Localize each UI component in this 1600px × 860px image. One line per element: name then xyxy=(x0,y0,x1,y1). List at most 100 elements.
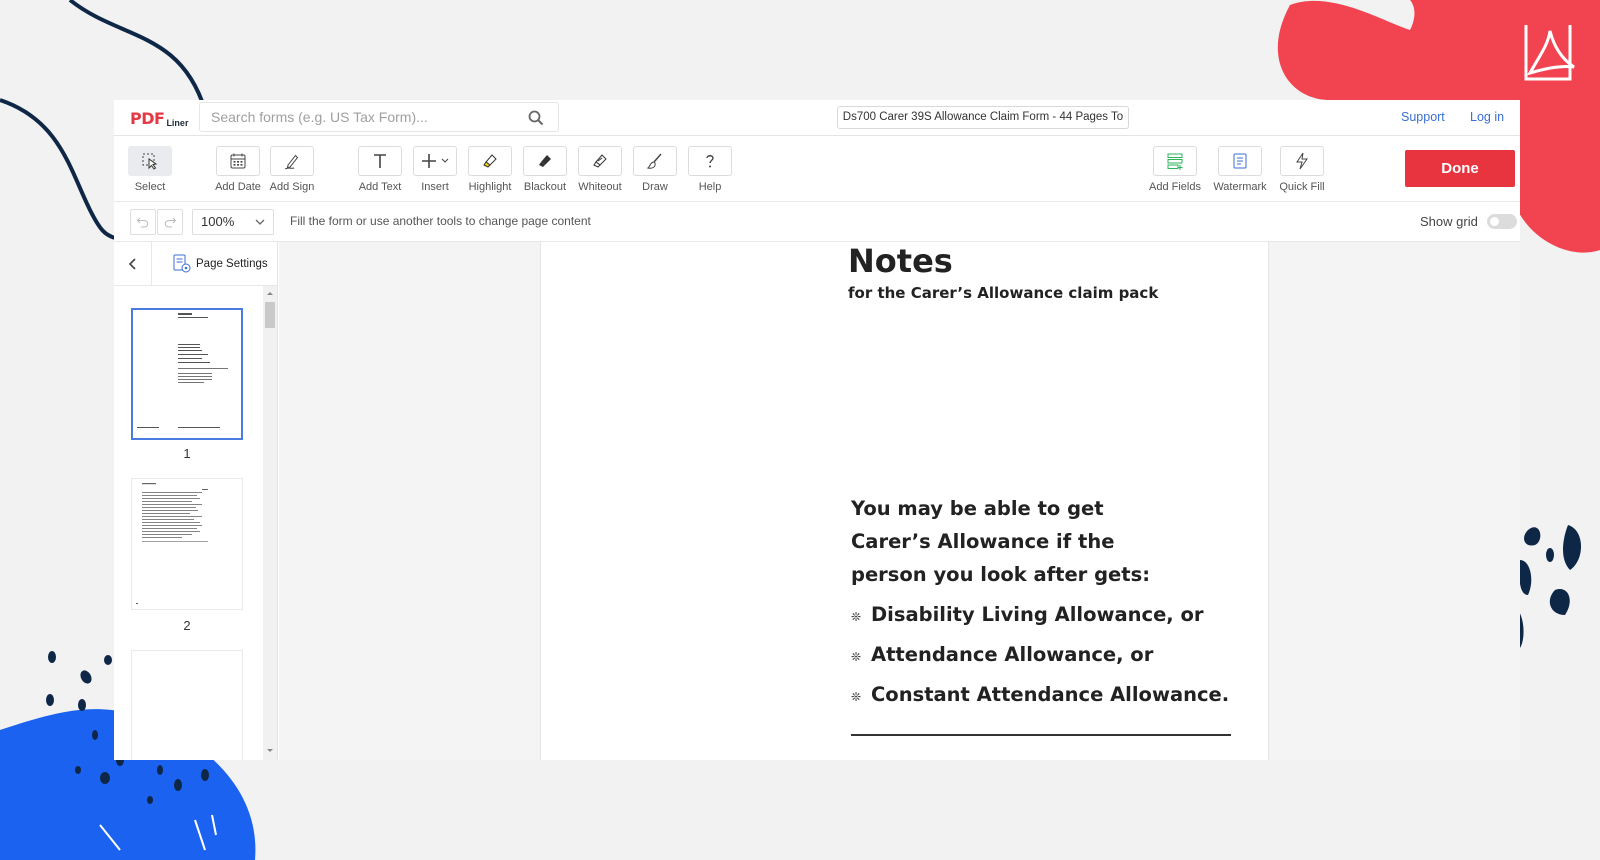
pdf-acrobat-logo-icon xyxy=(1520,25,1576,81)
select-cursor-icon xyxy=(142,153,158,170)
login-link[interactable]: Log in xyxy=(1470,110,1504,124)
bullet-icon: ❊ xyxy=(851,610,862,624)
tool-help[interactable]: Help xyxy=(683,146,737,193)
page-sidebar: Page Settings 1 2 xyxy=(114,242,278,760)
bullet-icon: ❊ xyxy=(851,650,862,664)
tool-insert-label: Insert xyxy=(421,181,449,193)
logo-sub-text: Liner xyxy=(166,118,189,128)
brush-icon xyxy=(646,153,662,169)
thumbnail-scrollbar[interactable] xyxy=(263,286,277,760)
tool-add-date-label: Add Date xyxy=(215,181,261,193)
scrollbar-thumb[interactable] xyxy=(265,302,275,328)
search-icon[interactable] xyxy=(528,110,544,126)
page-number-1: 1 xyxy=(183,446,191,461)
support-link[interactable]: Support xyxy=(1401,110,1445,124)
undo-icon xyxy=(136,217,149,228)
tool-blackout-label: Blackout xyxy=(523,181,567,193)
page-thumbnail-3[interactable] xyxy=(131,650,243,760)
tool-add-fields-label: Add Fields xyxy=(1149,181,1201,193)
whiteout-marker-icon xyxy=(593,154,607,168)
tool-add-date[interactable]: Add Date xyxy=(211,146,265,193)
secondary-toolbar: 100% Fill the form or use another tools … xyxy=(114,202,1520,242)
search-box xyxy=(199,102,559,132)
tool-add-text-label: Add Text xyxy=(358,181,402,193)
pdfliner-logo[interactable]: PDF Liner xyxy=(130,108,189,129)
plus-icon xyxy=(422,154,449,168)
search-input[interactable] xyxy=(211,109,531,125)
instruction-text: Fill the form or use another tools to ch… xyxy=(290,214,591,228)
page-settings-icon xyxy=(173,254,191,273)
page-settings-button[interactable]: Page Settings xyxy=(172,254,268,274)
tool-add-fields[interactable]: Add Fields xyxy=(1148,146,1202,193)
tool-insert[interactable]: Insert xyxy=(408,146,462,193)
navy-curve-decoration-left xyxy=(0,98,116,240)
tool-add-sign[interactable]: Add Sign xyxy=(265,146,319,193)
sidebar-header: Page Settings xyxy=(114,242,278,286)
tool-highlight[interactable]: Highlight xyxy=(463,146,517,193)
horizontal-rule xyxy=(851,734,1231,736)
redo-button[interactable] xyxy=(157,209,183,235)
thumbnail-preview xyxy=(137,313,228,428)
page-thumbnails: 1 2 xyxy=(114,286,262,760)
tool-select-label: Select xyxy=(134,181,166,193)
bullet-icon: ❊ xyxy=(851,690,862,704)
document-intro: You may be able to get Carer’s Allowance… xyxy=(851,492,1150,591)
document-subheading: for the Carer’s Allowance claim pack xyxy=(848,284,1159,302)
intro-line: Carer’s Allowance if the xyxy=(851,530,1115,553)
thumbnail-preview xyxy=(136,483,208,604)
text-t-icon xyxy=(374,154,386,168)
zoom-value: 100% xyxy=(201,214,235,229)
done-button[interactable]: Done xyxy=(1405,150,1515,187)
scroll-down-icon xyxy=(267,749,273,752)
calendar-icon xyxy=(230,153,246,169)
navy-curve-decoration xyxy=(68,0,207,111)
tool-watermark-label: Watermark xyxy=(1213,181,1267,193)
show-grid-toggle[interactable] xyxy=(1487,214,1517,229)
signature-pen-icon xyxy=(284,154,299,170)
scroll-up-icon xyxy=(267,292,273,295)
tool-whiteout-label: Whiteout xyxy=(578,181,622,193)
undo-button[interactable] xyxy=(130,209,156,235)
page-number-2: 2 xyxy=(183,618,191,633)
zoom-select[interactable]: 100% xyxy=(192,209,274,235)
intro-line: You may be able to get xyxy=(851,497,1104,520)
list-item: ❊ Disability Living Allowance, or xyxy=(851,594,1229,634)
tool-help-label: Help xyxy=(698,181,722,193)
tool-highlight-label: Highlight xyxy=(468,181,512,193)
list-item-text: Disability Living Allowance, or xyxy=(871,602,1204,626)
toggle-knob xyxy=(1490,217,1499,226)
tool-quick-fill-label: Quick Fill xyxy=(1279,181,1325,193)
document-title: Ds700 Carer 39S Allowance Claim Form - 4… xyxy=(837,106,1129,129)
tool-draw[interactable]: Draw xyxy=(628,146,682,193)
tool-quick-fill[interactable]: Quick Fill xyxy=(1275,146,1329,193)
intro-line: person you look after gets: xyxy=(851,563,1150,586)
page-thumbnail-2[interactable] xyxy=(131,478,243,610)
pdf-editor-window: PDF Liner Ds700 Carer 39S Allowance Clai… xyxy=(114,100,1520,760)
watermark-icon xyxy=(1233,153,1247,169)
editing-toolbar: Select Add Date Add Sign Add Text Insert… xyxy=(114,136,1520,202)
page-thumbnail-1[interactable] xyxy=(131,308,243,440)
allowance-list: ❊ Disability Living Allowance, or ❊ Attend… xyxy=(851,594,1229,714)
tool-select[interactable]: Select xyxy=(123,146,177,193)
list-item: ❊ Constant Attendance Allowance. xyxy=(851,674,1229,714)
logo-main-text: PDF xyxy=(130,109,165,128)
redo-icon xyxy=(164,217,177,228)
show-grid-label: Show grid xyxy=(1420,214,1478,229)
collapse-sidebar-button[interactable] xyxy=(114,242,152,286)
list-item-text: Attendance Allowance, or xyxy=(871,642,1154,666)
chevron-down-icon xyxy=(255,219,265,225)
tool-whiteout[interactable]: Whiteout xyxy=(573,146,627,193)
tool-draw-label: Draw xyxy=(642,181,668,193)
question-icon xyxy=(706,155,714,168)
list-item: ❊ Attendance Allowance, or xyxy=(851,634,1229,674)
tool-blackout[interactable]: Blackout xyxy=(518,146,572,193)
document-page[interactable]: Notes for the Carer’s Allowance claim pa… xyxy=(540,242,1269,760)
chevron-left-icon xyxy=(128,258,136,270)
tool-add-text[interactable]: Add Text xyxy=(353,146,407,193)
document-heading: Notes xyxy=(848,242,953,280)
fields-icon xyxy=(1167,153,1183,170)
navy-shapes-decoration-right xyxy=(1515,525,1582,648)
tool-add-sign-label: Add Sign xyxy=(269,181,315,193)
tool-watermark[interactable]: Watermark xyxy=(1213,146,1267,193)
list-item-text: Constant Attendance Allowance. xyxy=(871,682,1230,706)
